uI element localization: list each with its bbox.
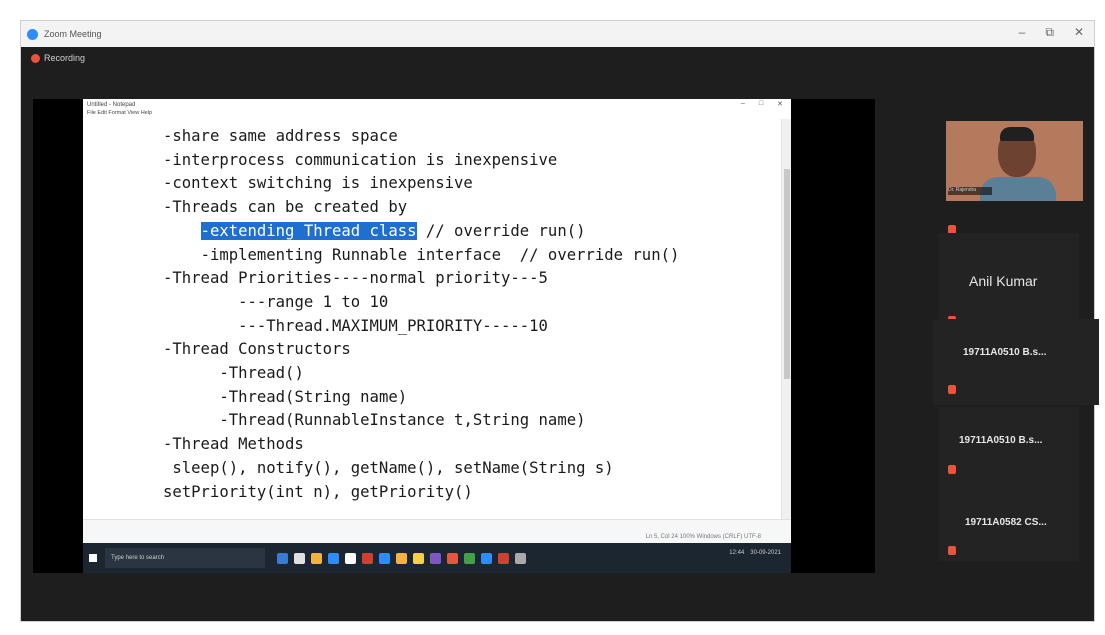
notepad-minimize-button[interactable]: –	[741, 100, 745, 108]
windows-taskbar: Type here to search 12:44 30-09-2021	[83, 543, 791, 573]
text-line: -Thread(String name)	[219, 387, 408, 406]
zoom-logo-icon	[27, 28, 38, 40]
notepad-maximize-button[interactable]: □	[759, 100, 763, 108]
taskbar-app-icon[interactable]	[396, 552, 407, 564]
recording-indicator[interactable]: Recording	[31, 53, 85, 63]
minimize-button[interactable]: –	[1019, 25, 1026, 40]
restore-button[interactable]: ⧉	[1045, 25, 1054, 40]
text-line: setPriority(int n), getPriority()	[163, 482, 473, 501]
video-tile-participant-1[interactable]: 19711A0510 B.s...	[933, 319, 1099, 405]
taskbar-app-icon[interactable]	[498, 552, 509, 564]
text-line: ---Thread.MAXIMUM_PRIORITY-----10	[238, 316, 548, 335]
status-text: Ln 5, Col 24 100% Windows (CRLF) UTF-8	[645, 534, 761, 540]
muted-mic-icon	[948, 546, 956, 555]
text-line: -Threads can be created by	[163, 198, 408, 217]
taskbar-app-icon[interactable]	[413, 552, 424, 564]
taskbar-app-icon[interactable]	[481, 552, 492, 564]
text-line: -Thread Constructors	[163, 340, 351, 359]
search-placeholder: Type here to search	[111, 555, 165, 561]
video-tile-presenter[interactable]: Dr. Rajendra	[946, 121, 1083, 201]
muted-mic-icon	[948, 385, 956, 394]
text-line: -share same address space	[163, 127, 398, 145]
participant-name: 19711A0510 B.s...	[963, 347, 1047, 358]
notepad-title: Untitled - Notepad	[87, 101, 136, 108]
notepad-scrollbar[interactable]	[781, 119, 791, 519]
selected-text: -extending Thread class	[200, 221, 417, 240]
muted-mic-icon	[948, 465, 956, 474]
zoom-window-title: Zoom Meeting	[44, 29, 102, 39]
taskbar-apps	[277, 552, 526, 564]
taskbar-app-icon[interactable]	[277, 552, 288, 564]
participant-name: 19711A0510 B.s...	[959, 435, 1043, 446]
system-tray: 12:44 30-09-2021	[729, 550, 781, 556]
text-line: -Thread Methods	[163, 435, 304, 454]
notepad-close-button[interactable]: ✕	[777, 100, 783, 108]
text-line: -interprocess communication is inexpensi…	[163, 150, 558, 169]
taskbar-app-icon[interactable]	[464, 552, 475, 564]
taskbar-app-icon[interactable]	[379, 552, 390, 564]
recording-icon	[31, 53, 40, 63]
notepad-window: Untitled - Notepad – □ ✕ File Edit Forma…	[83, 99, 791, 573]
zoom-titlebar: Zoom Meeting – ⧉ ✕	[21, 21, 1094, 47]
text-line: -implementing Runnable interface // over…	[200, 245, 680, 264]
notepad-menu-bar[interactable]: File Edit Format View Help	[83, 110, 791, 119]
text-line: -Thread Priorities----normal priority---…	[163, 269, 548, 288]
scrollbar-thumb[interactable]	[784, 169, 790, 379]
taskbar-app-icon[interactable]	[447, 552, 458, 564]
video-tile-participant-3[interactable]: 19711A0582 CS...	[939, 485, 1079, 561]
text-line: -Thread(RunnableInstance t,String name)	[219, 411, 586, 430]
taskbar-app-icon[interactable]	[345, 552, 356, 564]
zoom-window: Zoom Meeting – ⧉ ✕ Recording Untitled - …	[20, 20, 1099, 622]
notepad-status-bar: Ln 5, Col 24 100% Windows (CRLF) UTF-8	[83, 519, 791, 543]
text-line: -context switching is inexpensive	[163, 174, 473, 193]
taskbar-app-icon[interactable]	[311, 552, 322, 564]
taskbar-app-icon[interactable]	[362, 552, 373, 564]
taskbar-search-input[interactable]: Type here to search	[105, 548, 265, 568]
taskbar-app-icon[interactable]	[294, 552, 305, 564]
close-button[interactable]: ✕	[1074, 25, 1084, 40]
text-line: -Thread()	[219, 364, 304, 383]
text-line: sleep(), notify(), getName(), setName(St…	[172, 458, 614, 477]
taskbar-app-icon[interactable]	[328, 552, 339, 564]
clock-time: 12:44	[729, 550, 745, 556]
shared-screen: Untitled - Notepad – □ ✕ File Edit Forma…	[33, 99, 875, 573]
text-line: // override run()	[416, 221, 586, 240]
presenter-hair	[1000, 127, 1034, 141]
taskbar-app-icon[interactable]	[430, 552, 441, 564]
clock-date: 30-09-2021	[750, 550, 781, 556]
notepad-text-area[interactable]: -share same address space -interprocess …	[163, 125, 679, 504]
video-tile-anil[interactable]: Anil Kumar	[939, 233, 1079, 325]
participant-name: Anil Kumar	[969, 273, 1038, 289]
participant-name: 19711A0582 CS...	[965, 517, 1047, 528]
presenter-name-tag: Dr. Rajendra	[948, 187, 992, 195]
start-icon[interactable]	[89, 554, 97, 562]
taskbar-app-icon[interactable]	[515, 552, 526, 564]
text-line: ---range 1 to 10	[238, 292, 389, 311]
video-tile-participant-2[interactable]: 19711A0510 B.s...	[939, 407, 1079, 485]
recording-label: Recording	[44, 53, 86, 63]
